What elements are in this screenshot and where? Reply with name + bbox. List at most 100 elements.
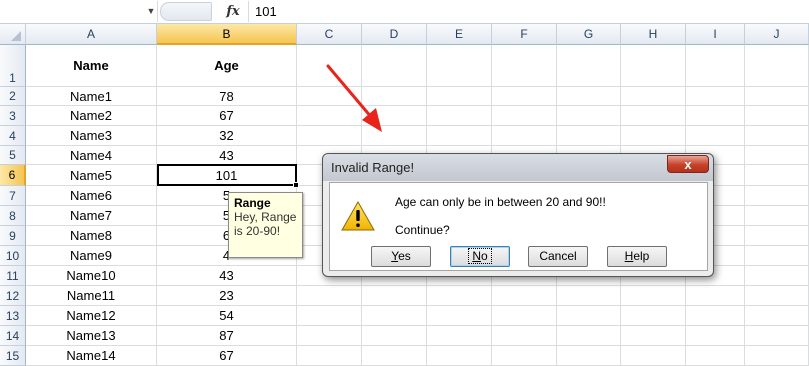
name-cell[interactable]: Name1 [26, 87, 157, 106]
empty-cell[interactable] [492, 286, 557, 306]
empty-cell[interactable] [621, 326, 686, 346]
empty-cell[interactable] [297, 306, 362, 326]
row-header[interactable]: 8 [0, 206, 26, 226]
row-header[interactable]: 9 [0, 226, 26, 246]
empty-cell[interactable] [621, 106, 686, 126]
column-header-f[interactable]: F [492, 24, 557, 45]
empty-cell[interactable] [686, 286, 745, 306]
empty-cell[interactable] [745, 146, 809, 165]
name-cell[interactable]: Name5 [26, 165, 157, 186]
column-header-h[interactable]: H [621, 24, 686, 45]
row-header[interactable]: 14 [0, 326, 26, 346]
cancel-button[interactable]: Cancel [528, 246, 588, 267]
name-box[interactable] [0, 1, 158, 22]
empty-cell[interactable] [297, 346, 362, 366]
empty-cell[interactable] [745, 306, 809, 326]
column-title-age[interactable]: Age [157, 45, 297, 87]
empty-cell[interactable] [745, 286, 809, 306]
empty-cell[interactable] [362, 306, 427, 326]
empty-cell[interactable] [621, 87, 686, 106]
row-header[interactable]: 2 [0, 87, 26, 106]
empty-cell[interactable] [686, 326, 745, 346]
name-cell[interactable]: Name6 [26, 186, 157, 206]
empty-cell[interactable] [427, 306, 492, 326]
empty-cell[interactable] [745, 226, 809, 246]
name-cell[interactable]: Name13 [26, 326, 157, 346]
empty-cell[interactable] [621, 45, 686, 87]
empty-cell[interactable] [557, 87, 621, 106]
name-cell[interactable]: Name10 [26, 266, 157, 286]
age-cell[interactable]: 43 [157, 146, 297, 165]
column-title-name[interactable]: Name [26, 45, 157, 87]
age-cell[interactable]: 32 [157, 126, 297, 146]
empty-cell[interactable] [686, 45, 745, 87]
formula-input[interactable]: 101 [248, 1, 809, 22]
empty-cell[interactable] [745, 326, 809, 346]
column-header-e[interactable]: E [427, 24, 492, 45]
empty-cell[interactable] [427, 106, 492, 126]
empty-cell[interactable] [745, 106, 809, 126]
row-header[interactable]: 13 [0, 306, 26, 326]
empty-cell[interactable] [492, 126, 557, 146]
fill-handle[interactable] [293, 182, 299, 188]
name-cell[interactable]: Name2 [26, 106, 157, 126]
empty-cell[interactable] [745, 45, 809, 87]
empty-cell[interactable] [492, 45, 557, 87]
empty-cell[interactable] [362, 326, 427, 346]
empty-cell[interactable] [745, 186, 809, 206]
empty-cell[interactable] [686, 87, 745, 106]
empty-cell[interactable] [557, 106, 621, 126]
empty-cell[interactable] [557, 45, 621, 87]
empty-cell[interactable] [745, 206, 809, 226]
empty-cell[interactable] [427, 87, 492, 106]
insert-function-button[interactable]: fx [222, 2, 244, 21]
empty-cell[interactable] [427, 286, 492, 306]
age-cell[interactable]: 87 [157, 326, 297, 346]
empty-cell[interactable] [427, 326, 492, 346]
empty-cell[interactable] [492, 306, 557, 326]
empty-cell[interactable] [557, 306, 621, 326]
formula-bar-handle[interactable] [160, 2, 212, 21]
name-cell[interactable]: Name12 [26, 306, 157, 326]
column-header-b[interactable]: B [157, 24, 297, 45]
empty-cell[interactable] [686, 126, 745, 146]
empty-cell[interactable] [297, 326, 362, 346]
column-header-d[interactable]: D [362, 24, 427, 45]
empty-cell[interactable] [492, 326, 557, 346]
help-button[interactable]: Help [607, 246, 667, 267]
empty-cell[interactable] [492, 87, 557, 106]
row-header[interactable]: 7 [0, 186, 26, 206]
row-header[interactable]: 4 [0, 126, 26, 146]
column-header-a[interactable]: A [26, 24, 157, 45]
name-cell[interactable]: Name4 [26, 146, 157, 165]
close-icon[interactable]: x [667, 155, 709, 173]
row-header[interactable]: 15 [0, 346, 26, 366]
age-cell[interactable]: 67 [157, 106, 297, 126]
name-cell[interactable]: Name9 [26, 246, 157, 266]
empty-cell[interactable] [362, 346, 427, 366]
age-cell[interactable]: 78 [157, 87, 297, 106]
age-cell[interactable]: 67 [157, 346, 297, 366]
name-cell[interactable]: Name14 [26, 346, 157, 366]
empty-cell[interactable] [686, 306, 745, 326]
age-cell[interactable]: 54 [157, 306, 297, 326]
name-cell[interactable]: Name8 [26, 226, 157, 246]
empty-cell[interactable] [427, 126, 492, 146]
empty-cell[interactable] [492, 106, 557, 126]
chevron-down-icon[interactable]: ▼ [144, 4, 158, 18]
column-header-i[interactable]: I [686, 24, 745, 45]
empty-cell[interactable] [557, 326, 621, 346]
name-cell[interactable]: Name3 [26, 126, 157, 146]
age-cell[interactable]: 23 [157, 286, 297, 306]
empty-cell[interactable] [492, 346, 557, 366]
row-header[interactable]: 1 [0, 45, 26, 87]
empty-cell[interactable] [557, 126, 621, 146]
column-header-g[interactable]: G [557, 24, 621, 45]
row-header[interactable]: 12 [0, 286, 26, 306]
empty-cell[interactable] [557, 346, 621, 366]
empty-cell[interactable] [686, 106, 745, 126]
name-cell[interactable]: Name11 [26, 286, 157, 306]
name-cell[interactable]: Name7 [26, 206, 157, 226]
empty-cell[interactable] [686, 346, 745, 366]
empty-cell[interactable] [297, 286, 362, 306]
